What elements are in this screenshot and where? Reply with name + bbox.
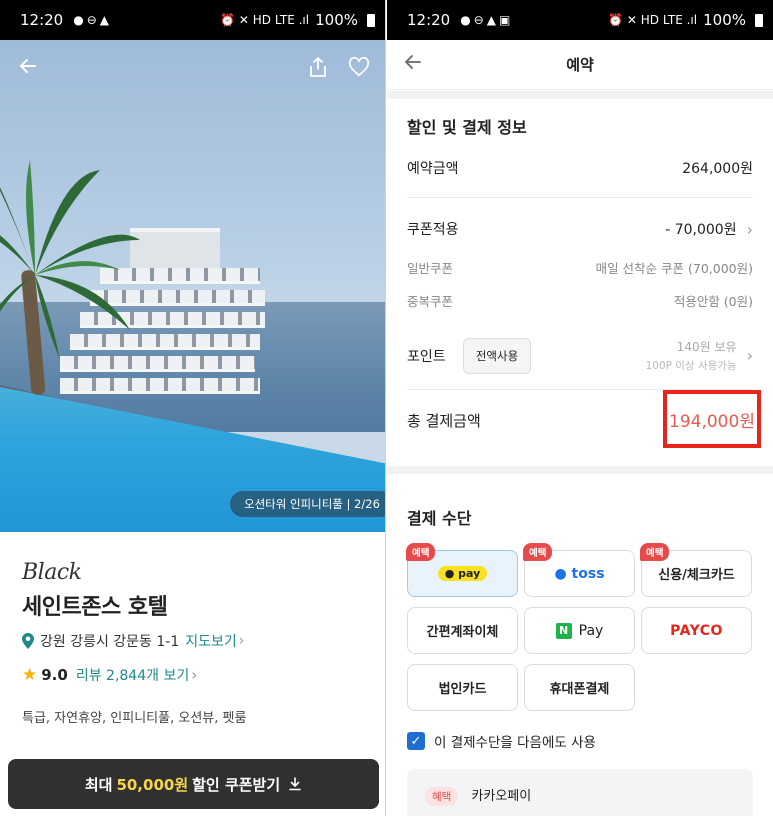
- benefit-provider: 카카오페이: [471, 789, 532, 804]
- kakaopay-logo: ● pay: [437, 566, 488, 581]
- reservation-header: 예약: [387, 40, 773, 90]
- corporate-card-button[interactable]: 법인카드: [407, 664, 518, 711]
- rating-score: 9.0: [41, 666, 68, 684]
- checkbox-checked-icon[interactable]: ✓: [407, 732, 425, 750]
- credit-card-label: 신용/체크카드: [658, 568, 735, 583]
- discount-section-title: 할인 및 결제 정보: [407, 118, 527, 137]
- payment-section-title: 결제 수단: [407, 509, 472, 528]
- address-row: 강원 강릉시 강문동 1-1 지도보기 ›: [22, 631, 372, 651]
- corporate-card-label: 법인카드: [438, 682, 487, 697]
- toss-button[interactable]: 예택 ● toss: [523, 543, 635, 597]
- kakaopay-button[interactable]: 예택 ● pay: [406, 543, 518, 597]
- heart-icon[interactable]: [348, 56, 370, 78]
- notification-icons: ●⊖▲: [73, 13, 112, 27]
- chevron-right-icon: ›: [238, 633, 245, 649]
- general-coupon-label: 일반쿠폰: [407, 261, 454, 276]
- signal-icons: ⏰ ✕ HD LTE .ıl: [220, 13, 310, 27]
- rating-row: ★ 9.0 리뷰 2,844개 보기 ›: [22, 665, 372, 685]
- toss-logo: ● toss: [554, 565, 605, 582]
- notification-icons: ●⊖▲▣: [460, 13, 514, 27]
- star-icon: ★: [22, 665, 38, 685]
- point-label: 포인트: [407, 349, 446, 365]
- get-coupon-button[interactable]: 최대 50,000원 할인 쿠폰받기: [8, 759, 379, 809]
- general-coupon-row: 일반쿠폰 매일 선착순 쿠폰 (70,000원): [407, 258, 753, 277]
- review-link[interactable]: 리뷰 2,844개 보기: [76, 665, 189, 685]
- photo-toolbar: [0, 56, 385, 80]
- download-icon: [289, 777, 301, 791]
- battery-icon: [367, 13, 375, 27]
- benefit-badge: 예택: [640, 543, 670, 561]
- location-pin-icon: [22, 633, 34, 649]
- address-text: 강원 강릉시 강문동 1-1: [40, 634, 180, 650]
- hotel-name: 세인트존스 호텔: [22, 595, 168, 620]
- credit-card-button[interactable]: 예택 신용/체크카드: [640, 543, 752, 597]
- map-link[interactable]: 지도보기: [185, 631, 237, 651]
- status-bar: 12:20 ●⊖▲▣ ⏰ ✕ HD LTE .ıl 100%: [387, 0, 773, 40]
- back-arrow-icon[interactable]: [403, 52, 423, 72]
- status-bar: 12:20 ●⊖▲ ⏰ ✕ HD LTE .ıl 100%: [0, 0, 385, 40]
- coupon-suffix: 할인 쿠폰받기: [192, 775, 281, 794]
- benefit-badge: 예택: [523, 543, 553, 561]
- photo-caption: 오션타워 인피니티풀 | 2/26: [230, 491, 385, 517]
- duplicate-coupon-label: 중복쿠폰: [407, 294, 454, 309]
- phone-payment-button[interactable]: 휴대폰결제: [524, 664, 635, 711]
- battery-icon: [755, 13, 763, 27]
- point-hold: 140원 보유: [676, 340, 737, 354]
- total-amount-highlight: 194,000원: [663, 390, 761, 448]
- coupon-discount: - 70,000원: [665, 222, 737, 238]
- chevron-right-icon: ›: [746, 346, 753, 365]
- remember-method-row[interactable]: ✓ 이 결제수단을 다음에도 사용: [407, 731, 596, 751]
- payco-button[interactable]: PAYCO: [641, 607, 752, 654]
- naverpay-button[interactable]: N Pay: [524, 607, 635, 654]
- coupon-amount: 50,000원: [116, 775, 189, 794]
- battery-level: 100%: [315, 11, 358, 29]
- status-time: 12:20: [407, 11, 451, 29]
- chevron-right-icon: ›: [746, 219, 753, 239]
- section-divider: [387, 91, 773, 99]
- phone-payment-label: 휴대폰결제: [549, 682, 610, 697]
- duplicate-coupon-value: 적용안함 (0원): [673, 294, 753, 309]
- coupon-label: 쿠폰적용: [407, 222, 459, 238]
- chevron-right-icon: ›: [191, 666, 198, 684]
- signal-icons: ⏰ ✕ HD LTE .ıl: [608, 13, 698, 27]
- naver-n-icon: N: [555, 622, 572, 639]
- payco-logo: PAYCO: [670, 622, 723, 639]
- back-arrow-icon[interactable]: [18, 56, 38, 76]
- total-label: 총 결제금액: [407, 412, 481, 430]
- bank-transfer-button[interactable]: 간편계좌이체: [407, 607, 518, 654]
- hotel-detail-screen: 12:20 ●⊖▲ ⏰ ✕ HD LTE .ıl 100% 오션타워 인피니티풀…: [0, 0, 386, 816]
- battery-level: 100%: [703, 11, 746, 29]
- total-amount: 194,000원: [669, 411, 755, 432]
- status-time: 12:20: [20, 11, 64, 29]
- hotel-photo[interactable]: [0, 40, 385, 532]
- bank-transfer-label: 간편계좌이체: [426, 625, 499, 640]
- hotel-info: Black 세인트존스 호텔 강원 강릉시 강문동 1-1 지도보기 › ★ 9…: [22, 560, 372, 726]
- total-row: 총 결제금액: [407, 410, 607, 431]
- point-balance[interactable]: 140원 보유 100P 이상 사용가능 ›: [646, 338, 753, 373]
- coupon-prefix: 최대: [84, 775, 113, 794]
- photo-palm-tree: [0, 160, 140, 395]
- reservation-screen: 12:20 ●⊖▲▣ ⏰ ✕ HD LTE .ıl 100% 예약 할인 및 결…: [387, 0, 773, 816]
- remember-method-label: 이 결제수단을 다음에도 사용: [434, 735, 596, 751]
- page-title: 예약: [566, 56, 594, 74]
- general-coupon-value: 매일 선착순 쿠폰 (70,000원): [595, 261, 753, 276]
- duplicate-coupon-row: 중복쿠폰 적용안함 (0원): [407, 291, 753, 310]
- benefit-box: 혜택 카카오페이: [407, 769, 753, 816]
- hotel-tags: 특급, 자연휴양, 인피니티풀, 오션뷰, 펫룸: [22, 711, 247, 726]
- naverpay-label: Pay: [578, 622, 604, 639]
- point-row: 포인트: [407, 346, 457, 366]
- brand-black-logo: Black: [22, 560, 82, 585]
- booking-amount-row: 예약금액 264,000원: [407, 158, 753, 178]
- booking-amount-label: 예약금액: [407, 161, 459, 177]
- use-all-points-button[interactable]: 전액사용: [463, 338, 531, 374]
- booking-amount: 264,000원: [682, 161, 753, 177]
- benefit-badge: 예택: [406, 543, 436, 561]
- section-divider: [387, 466, 773, 474]
- coupon-row[interactable]: 쿠폰적용 - 70,000원 ›: [407, 219, 753, 239]
- benefit-tag: 혜택: [425, 787, 459, 806]
- point-min-usage: 100P 이상 사용가능: [645, 360, 737, 372]
- share-icon[interactable]: [308, 56, 328, 78]
